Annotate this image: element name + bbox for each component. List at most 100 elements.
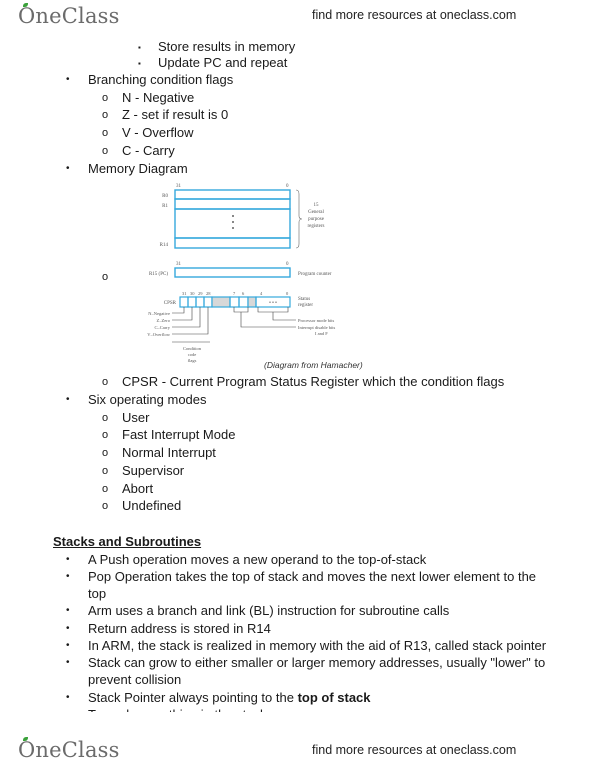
logo-text: OneClass <box>18 4 120 28</box>
cpsr-bit: 7 <box>233 291 236 296</box>
list-item-text: Normal Interrupt <box>122 445 216 460</box>
circle-bullet: o <box>102 271 109 283</box>
circle-bullet: o <box>102 127 109 139</box>
list-item-text: Memory Diagram <box>88 161 188 176</box>
list-item-text: Stack can grow to either smaller or larg… <box>88 655 546 670</box>
cpsr-bit: 29 <box>198 291 203 296</box>
oneclass-logo[interactable]: OneClass <box>18 3 120 28</box>
bullet: • <box>66 571 70 582</box>
list-item-text: Fast Interrupt Mode <box>122 427 236 442</box>
list-item-text: N - Negative <box>122 90 195 105</box>
cond-note-line: code <box>188 352 197 357</box>
register-r0 <box>174 189 291 200</box>
bit-low-label: 0 <box>286 262 289 267</box>
list-item-text: Store results in memory <box>158 39 296 54</box>
r0-label: R0 <box>162 194 168 199</box>
status-note-line: register <box>298 303 313 308</box>
bullet: • <box>66 707 70 712</box>
text-regular: Stack Pointer always pointing to the <box>88 690 298 705</box>
list-item-text: C - Carry <box>122 143 175 158</box>
bit-high-label: 31 <box>176 262 182 267</box>
cpsr-register: 31 30 29 28 7 6 4 0 CPSR • • • Status re… <box>147 291 335 363</box>
cpsr-cell-c <box>195 296 205 308</box>
pc-register: 31 0 R15 (PC) Program counter <box>149 262 332 278</box>
circle-bullet: o <box>102 109 109 121</box>
bullet: • <box>66 163 70 174</box>
r14-label: R14 <box>160 243 169 248</box>
register-r15 <box>174 267 291 278</box>
flag-label: C–Carry <box>155 325 171 330</box>
list-item-text: Abort <box>122 481 154 496</box>
bullet: • <box>66 623 70 634</box>
pc-note: Program counter <box>298 272 332 277</box>
bullet: • <box>66 657 70 668</box>
register-middle <box>174 208 291 239</box>
gp-note-line: 15 <box>314 203 320 208</box>
cpsr-cell-t <box>247 296 257 308</box>
ellipsis-dot <box>232 227 234 229</box>
cpsr-bit: 30 <box>190 291 195 296</box>
pc-label: R15 (PC) <box>149 272 168 277</box>
cpsr-label: CPSR <box>164 301 177 306</box>
cpsr-dots: • • • <box>269 301 277 306</box>
interrupt-note: Interrupt disable bits <box>298 325 335 330</box>
bullet: • <box>66 605 70 616</box>
register-r1 <box>174 198 291 210</box>
gp-registers: 31 0 R0 R1 R14 15 General purpose regist… <box>160 184 325 249</box>
square-bullet: ▪ <box>138 59 141 68</box>
flag-label: Z–Zero <box>157 318 171 323</box>
bit-low-label: 0 <box>286 184 289 189</box>
circle-bullet: o <box>102 447 109 459</box>
register-diagram: 31 0 R0 R1 R14 15 General purpose regist… <box>140 180 380 380</box>
cpsr-cell-z <box>187 296 197 308</box>
list-item-text: Supervisor <box>122 463 185 478</box>
cpsr-cell-i <box>229 296 240 308</box>
square-bullet: ▪ <box>138 43 141 52</box>
list-item-text: User <box>122 410 150 425</box>
promo-link[interactable]: find more resources at oneclass.com <box>312 8 516 22</box>
cpsr-bit: 28 <box>206 291 211 296</box>
cond-note-line: Condition <box>183 346 202 351</box>
circle-bullet: o <box>102 92 109 104</box>
list-item-text: CPSR - Current Program Status Register w… <box>122 374 505 389</box>
bullet: • <box>66 640 70 651</box>
circle-bullet: o <box>102 465 109 477</box>
oneclass-logo-footer[interactable]: OneClass <box>18 737 120 762</box>
circle-bullet: o <box>102 483 109 495</box>
cpsr-cell-f <box>238 296 249 308</box>
list-item-text: Pop Operation takes the top of stack and… <box>88 569 537 584</box>
circle-bullet: o <box>102 500 109 512</box>
text-bold: top of stack <box>297 690 371 705</box>
list-item-text: Branching condition flags <box>88 72 234 87</box>
gp-note-line: purpose <box>308 217 325 222</box>
interrupt-note: I and F <box>315 331 328 336</box>
list-item-text: Update PC and repeat <box>158 55 288 70</box>
cpsr-cell-reserved <box>211 296 231 308</box>
cpsr-bit: 4 <box>260 291 263 296</box>
section-heading: Stacks and Subroutines <box>53 534 202 549</box>
bullet: • <box>66 394 70 405</box>
mode-bits-note: Processor mode bits <box>298 318 334 323</box>
list-item-text: In ARM, the stack is realized in memory … <box>88 638 547 653</box>
list-item-text: Z - set if result is 0 <box>122 107 229 122</box>
list-item-text: A Push operation moves a new operand to … <box>88 552 427 567</box>
brace-icon <box>295 189 303 249</box>
bullet: • <box>66 74 70 85</box>
circle-bullet: o <box>102 145 109 157</box>
flag-leaders <box>172 307 296 343</box>
bullet: • <box>66 692 70 703</box>
list-item-text: Return address is stored in R14 <box>88 621 271 636</box>
circle-bullet: o <box>102 429 109 441</box>
flag-label: V–Overflow <box>147 332 170 337</box>
promo-link-footer[interactable]: find more resources at oneclass.com <box>312 743 516 757</box>
bullet: • <box>66 554 70 565</box>
circle-bullet: o <box>102 412 109 424</box>
cpsr-cell-n <box>179 296 189 308</box>
register-r14 <box>174 237 291 249</box>
bit-high-label: 31 <box>176 184 182 189</box>
cut-off-line: • To push something in the stack <box>0 706 595 712</box>
list-item-text: To push something in the stack <box>88 707 267 712</box>
list-item-text: Stack Pointer always pointing to the top… <box>88 690 371 706</box>
ellipsis-dot <box>232 215 234 217</box>
cond-note-line: flags <box>188 358 197 363</box>
